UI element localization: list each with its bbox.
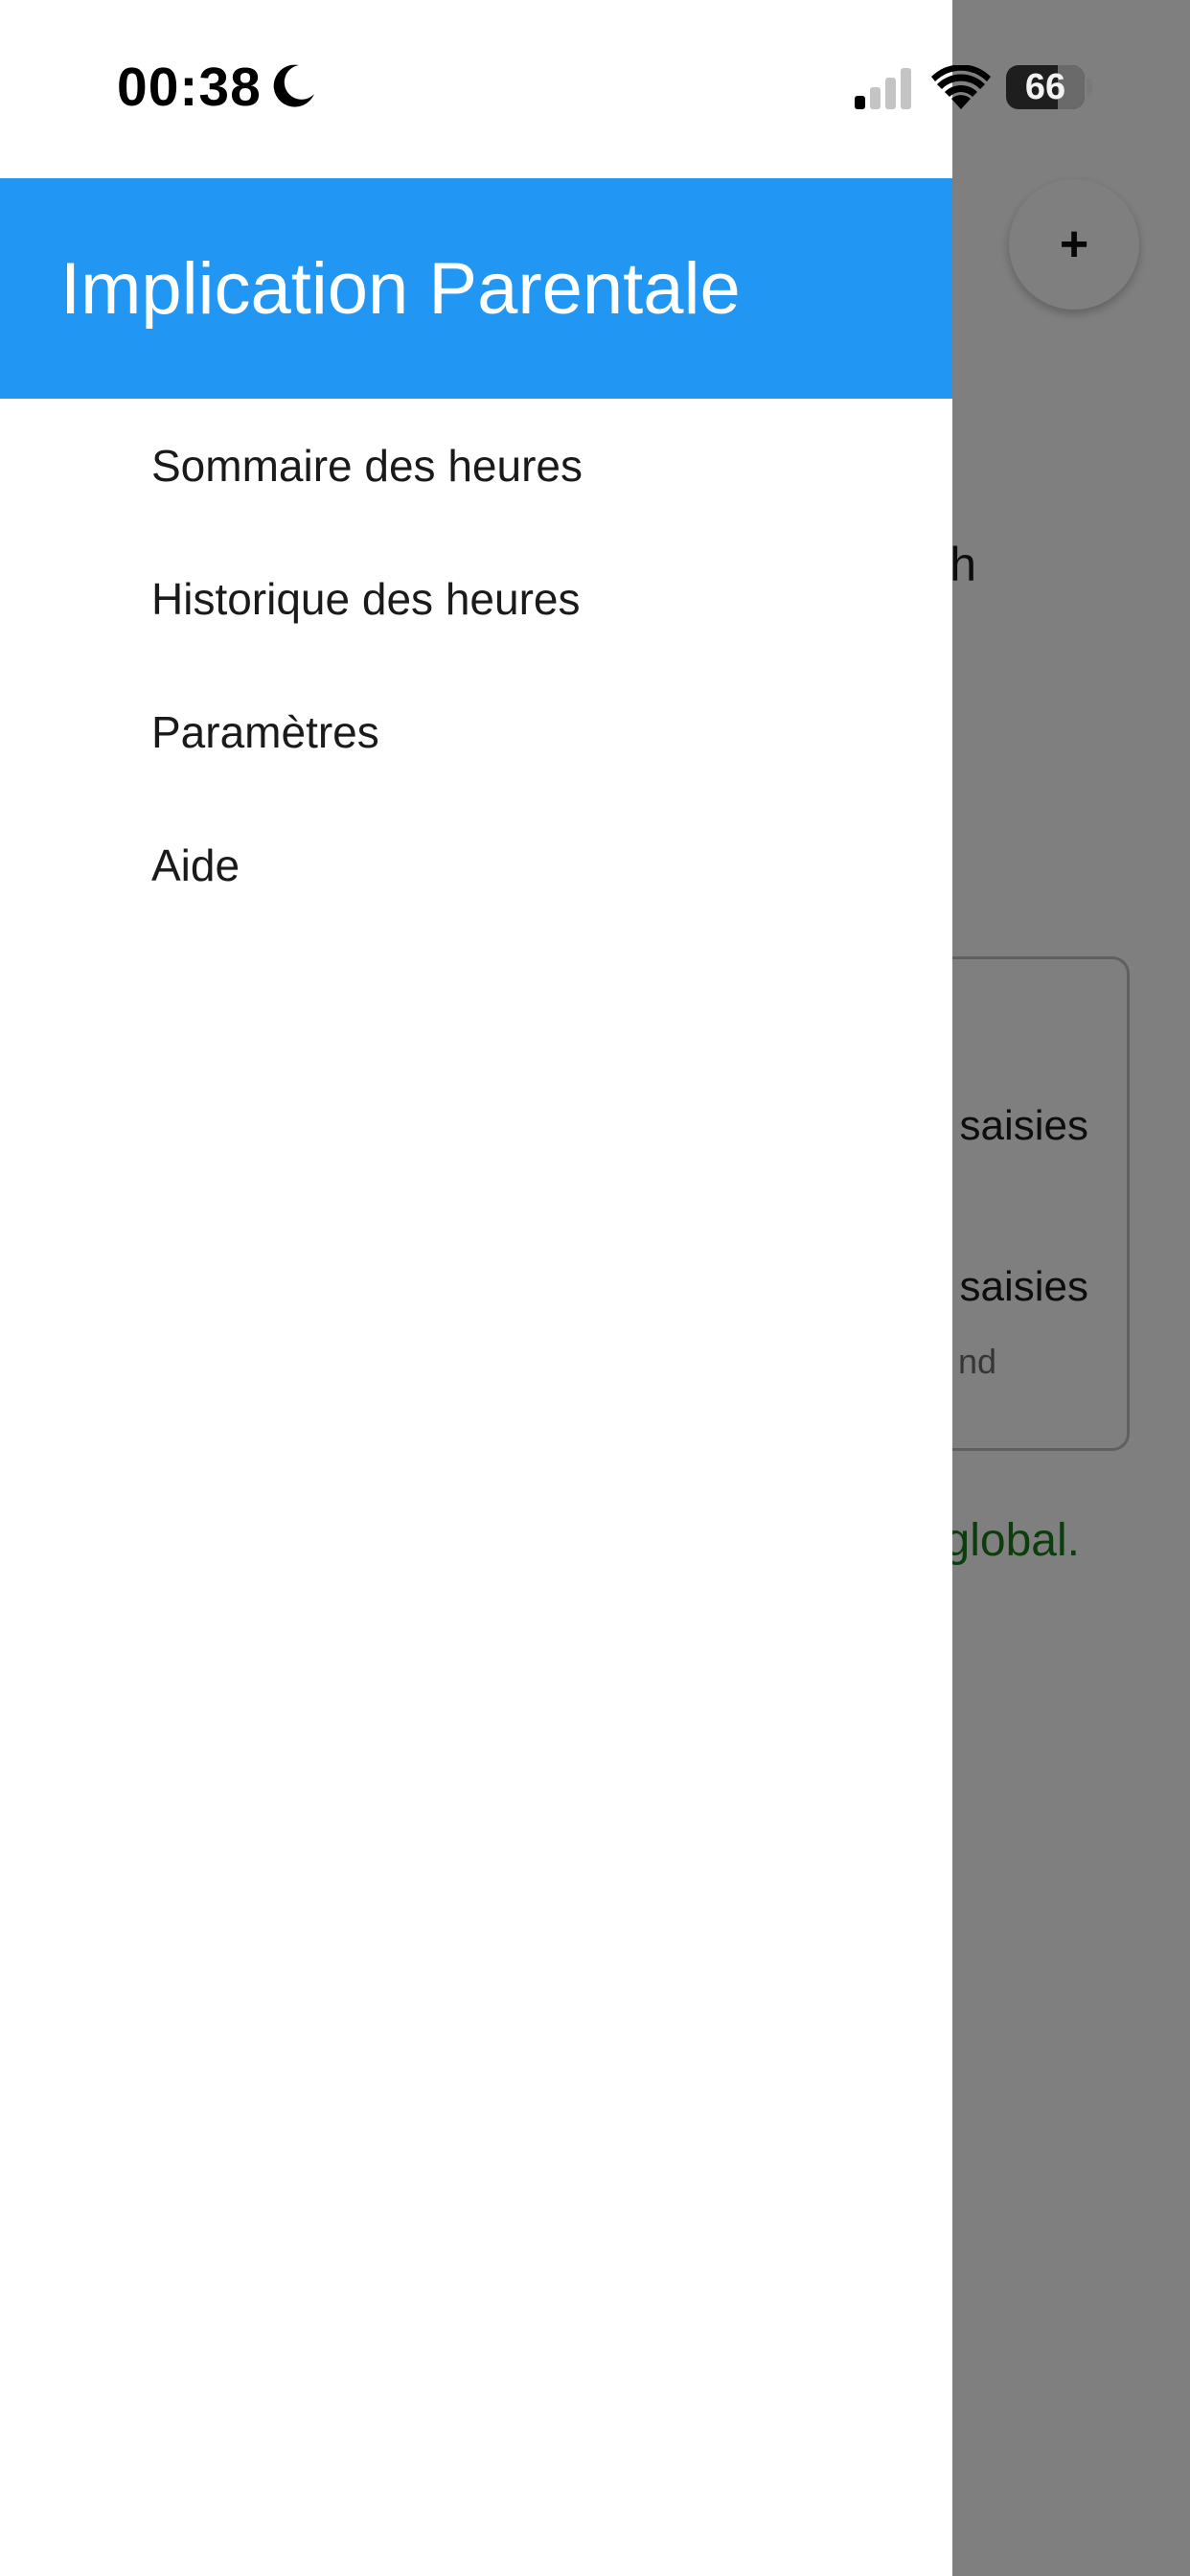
drawer-header: Implication Parentale xyxy=(0,178,952,399)
moon-icon xyxy=(273,64,314,107)
status-bar: 00:38 66 xyxy=(0,0,1190,178)
menu-item-help[interactable]: Aide xyxy=(0,798,952,932)
menu-item-hours-summary[interactable]: Sommaire des heures xyxy=(0,399,952,532)
navigation-drawer: Implication Parentale Sommaire des heure… xyxy=(0,0,952,2576)
status-time: 00:38 xyxy=(117,57,262,118)
battery-icon: 66 xyxy=(1006,65,1085,109)
menu-item-label: Aide xyxy=(151,840,240,890)
menu-item-label: Sommaire des heures xyxy=(151,440,583,491)
menu-item-settings[interactable]: Paramètres xyxy=(0,665,952,798)
drawer-title: Implication Parentale xyxy=(60,247,741,330)
battery-cap xyxy=(1087,79,1092,96)
wifi-icon xyxy=(931,65,991,109)
menu-item-label: Historique des heures xyxy=(151,573,581,624)
menu-item-label: Paramètres xyxy=(151,706,379,757)
battery-level: 66 xyxy=(1024,66,1066,107)
menu-item-hours-history[interactable]: Historique des heures xyxy=(0,532,952,665)
cellular-signal-icon xyxy=(855,68,911,109)
